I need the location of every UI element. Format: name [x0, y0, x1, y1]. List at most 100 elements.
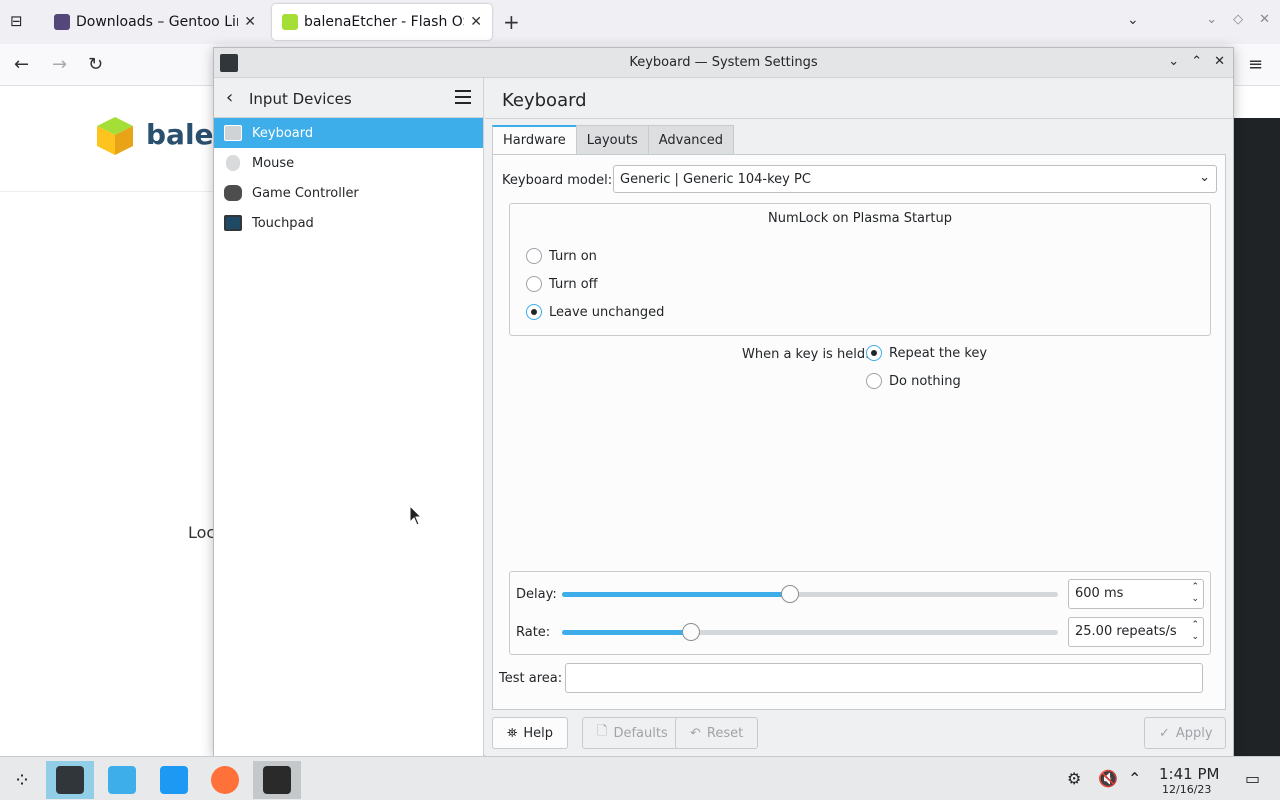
radio-button[interactable] [866, 373, 882, 389]
rate-value: 25.00 repeats/s [1075, 624, 1177, 639]
sidebar-item-label: Mouse [252, 155, 295, 171]
sidebar-item-mouse[interactable]: Mouse [214, 148, 483, 178]
chevron-up-icon[interactable]: ⌃ [1128, 769, 1141, 788]
delay-slider-handle[interactable] [781, 585, 800, 603]
keyboard-model-select[interactable]: Generic | Generic 104-key PC ⌄ [613, 165, 1217, 193]
help-button-label: Help [523, 725, 554, 741]
window-titlebar[interactable]: Keyboard — System Settings ⌄ ⌃ ✕ [214, 48, 1233, 78]
clock-date[interactable]: 12/16/23 [1162, 783, 1211, 796]
radio-label: Turn on [549, 248, 597, 264]
do-nothing-radio[interactable]: Do nothing [866, 373, 961, 389]
menu-icon[interactable]: ≡ [1248, 54, 1263, 75]
keyboard-model-value: Generic | Generic 104-key PC [620, 172, 811, 187]
browser-window-controls: ⌄ ◇ ✕ [1206, 12, 1270, 27]
maximize-icon[interactable]: ⌃ [1191, 54, 1202, 69]
back-arrow-icon[interactable]: ← [14, 54, 29, 75]
chevron-left-icon[interactable]: ‹ [226, 87, 233, 108]
etcher-icon [263, 766, 291, 794]
repeat-settings-group: Delay: 600 ms ⌃ ⌄ Rate: 25.00 repeats/s ⌃… [509, 571, 1211, 655]
numlock-title: NumLock on Plasma Startup [768, 211, 952, 226]
keyboard-model-label: Keyboard model: [502, 173, 613, 188]
defaults-button[interactable]: 🗋 Defaults [582, 717, 683, 749]
window-title: Keyboard — System Settings [629, 55, 818, 70]
task-discover[interactable] [100, 761, 144, 799]
forward-arrow-icon[interactable]: → [52, 54, 67, 75]
radio-button[interactable] [866, 345, 882, 361]
minimize-icon[interactable]: ⌄ [1168, 54, 1179, 69]
close-icon[interactable]: ✕ [1259, 12, 1270, 27]
help-button[interactable]: ⛯ Help [492, 717, 569, 749]
numlock-turn-off-radio[interactable]: Turn off [526, 276, 598, 292]
sidebar-item-keyboard[interactable]: Keyboard [214, 118, 483, 148]
delay-value: 600 ms [1075, 586, 1124, 601]
sidebar-item-touchpad[interactable]: Touchpad [214, 208, 483, 238]
gentoo-icon [54, 14, 70, 30]
show-desktop-icon[interactable]: ▭ [1245, 769, 1260, 788]
chevron-down-icon[interactable]: ⌄ [1127, 12, 1139, 28]
help-icon: ⛯ [507, 725, 518, 741]
task-balena-etcher[interactable] [253, 761, 301, 799]
radio-button[interactable] [526, 304, 542, 320]
divider [485, 118, 1233, 119]
reset-button-label: Reset [706, 725, 744, 741]
muted-speaker-icon[interactable]: 🔇 [1098, 769, 1118, 788]
rate-slider-handle[interactable] [681, 623, 700, 641]
task-firefox[interactable] [203, 761, 247, 799]
system-settings-window: Keyboard — System Settings ⌄ ⌃ ✕ ‹ Input… [213, 47, 1234, 756]
radio-label: Repeat the key [889, 345, 988, 361]
numlock-leave-unchanged-radio[interactable]: Leave unchanged [526, 304, 664, 320]
checkmark-icon: ✓ [1159, 725, 1170, 741]
apply-button[interactable]: ✓ Apply [1144, 717, 1226, 749]
tab-hardware[interactable]: Hardware [492, 125, 577, 155]
close-tab-icon[interactable]: ✕ [470, 14, 482, 30]
taskbar: ⁘ ⚙ 🔇 ⌃ 1:41 PM 12/16/23 ▭ [0, 756, 1280, 800]
test-area-input[interactable] [565, 663, 1203, 693]
rate-spinbox[interactable]: 25.00 repeats/s ⌃ ⌄ [1068, 617, 1204, 647]
keyboard-icon [224, 125, 242, 141]
task-dolphin[interactable] [152, 761, 196, 799]
reload-icon[interactable]: ↻ [88, 54, 103, 75]
clock-time[interactable]: 1:41 PM [1159, 765, 1219, 783]
radio-button[interactable] [526, 248, 542, 264]
reset-button[interactable]: ↶ Reset [675, 717, 759, 749]
browser-tab-label: Downloads – Gentoo Linux [76, 14, 238, 30]
radio-button[interactable] [526, 276, 542, 292]
hamburger-menu-icon[interactable] [455, 90, 471, 104]
numlock-turn-on-radio[interactable]: Turn on [526, 248, 597, 264]
delay-spinbox[interactable]: 600 ms ⌃ ⌄ [1068, 579, 1204, 609]
rate-label: Rate: [516, 625, 551, 640]
spin-arrows-icon[interactable]: ⌃ ⌄ [1191, 619, 1199, 643]
close-icon[interactable]: ✕ [1214, 54, 1225, 69]
sidebar-header: ‹ Input Devices [214, 78, 483, 118]
gamepad-icon [224, 185, 242, 201]
minimize-icon[interactable]: ⌄ [1206, 12, 1217, 27]
firefox-icon [211, 766, 239, 794]
task-system-settings[interactable] [46, 761, 94, 799]
chevron-down-icon: ⌄ [1199, 170, 1210, 185]
network-icon[interactable]: ⚙ [1067, 769, 1081, 788]
balena-cube-icon [282, 14, 298, 30]
delay-slider-fill [562, 592, 791, 597]
repeat-key-radio[interactable]: Repeat the key [866, 345, 987, 361]
close-tab-icon[interactable]: ✕ [244, 14, 256, 30]
rate-slider[interactable] [562, 623, 1058, 641]
spin-arrows-icon[interactable]: ⌃ ⌄ [1191, 581, 1199, 605]
tab-advanced[interactable]: Advanced [647, 125, 734, 155]
browser-tab-balena[interactable]: balenaEtcher - Flash OS im ✕ [272, 4, 492, 40]
delay-slider[interactable] [562, 585, 1058, 603]
main-content: Keyboard Hardware Layouts Advanced Keybo… [485, 78, 1233, 756]
mouse-icon [226, 155, 240, 171]
app-launcher-button[interactable]: ⁘ [0, 761, 44, 799]
sidebar-item-label: Touchpad [252, 215, 314, 231]
browser-tab-gentoo[interactable]: Downloads – Gentoo Linux ✕ [44, 4, 266, 40]
balena-logo-icon [97, 117, 133, 155]
page-dark-panel [1232, 118, 1280, 756]
browser-tab-bar: ⊟ Downloads – Gentoo Linux ✕ balenaEtche… [0, 0, 1280, 44]
tab-layouts[interactable]: Layouts [575, 125, 649, 155]
tab-list-icon[interactable]: ⊟ [10, 12, 30, 32]
numlock-group: NumLock on Plasma Startup Turn on Turn o… [509, 203, 1211, 336]
new-tab-icon[interactable]: + [503, 10, 520, 34]
maximize-icon[interactable]: ◇ [1233, 12, 1243, 27]
undo-icon: ↶ [690, 725, 701, 741]
sidebar-item-game-controller[interactable]: Game Controller [214, 178, 483, 208]
